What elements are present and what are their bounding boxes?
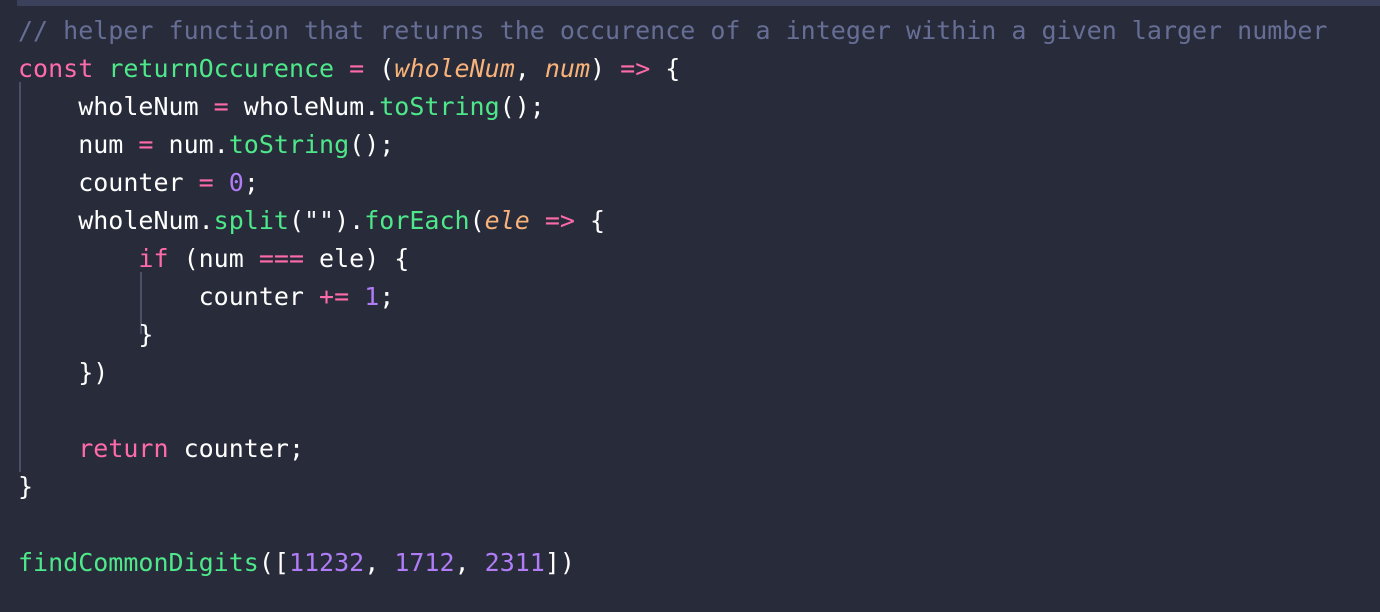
code-line[interactable]: findCommonDigits([11232, 1712, 2311])	[18, 544, 575, 582]
code-token: wholeNum	[394, 54, 515, 83]
code-token: num	[544, 54, 591, 83]
code-line[interactable]: // helper function that returns the occu…	[18, 12, 1327, 50]
code-token: ;	[243, 168, 259, 197]
code-token: ;	[379, 282, 395, 311]
code-token: ele) {	[304, 244, 410, 273]
code-token: returnOccurence	[108, 54, 335, 83]
code-editor[interactable]: // helper function that returns the occu…	[0, 0, 1380, 612]
code-token: counter	[18, 168, 199, 197]
code-token: ();	[499, 92, 545, 121]
code-token: ""	[304, 206, 335, 235]
code-token: 1712	[394, 548, 455, 577]
code-line[interactable]: counter = 0;	[18, 164, 259, 202]
code-token: forEach	[364, 206, 470, 235]
code-line[interactable]: counter += 1;	[18, 278, 395, 316]
code-token: =	[138, 130, 154, 159]
code-token: )	[590, 54, 621, 83]
code-token: num.	[153, 130, 229, 159]
code-line[interactable]	[18, 392, 33, 430]
code-token: }	[18, 320, 154, 349]
code-line[interactable]: if (num === ele) {	[18, 240, 409, 278]
code-token: {	[650, 54, 681, 83]
code-token: if	[138, 244, 169, 273]
code-token: =>	[544, 206, 575, 235]
code-line[interactable]: }	[18, 468, 33, 506]
code-line[interactable]: wholeNum.split("").forEach(ele => {	[18, 202, 605, 240]
code-token: }	[18, 472, 34, 501]
code-line[interactable]: })	[18, 354, 108, 392]
code-token: 2311	[484, 548, 545, 577]
code-token: =	[349, 54, 365, 83]
code-token: +=	[319, 282, 350, 311]
code-token: ===	[258, 244, 304, 273]
code-line[interactable]: }	[18, 316, 153, 354]
code-token: ])	[544, 548, 575, 577]
code-line[interactable]: num = num.toString();	[18, 126, 394, 164]
code-token: counter;	[168, 434, 304, 463]
code-token: (	[288, 206, 304, 235]
code-token: ,	[364, 548, 395, 577]
code-token: wholeNum.	[228, 92, 380, 121]
code-token: num	[18, 130, 139, 159]
code-token: toString	[379, 92, 500, 121]
code-token: {	[574, 206, 606, 235]
code-token: wholeNum.	[18, 206, 214, 235]
code-token: })	[18, 358, 109, 387]
code-line[interactable]: const returnOccurence = (wholeNum, num) …	[18, 50, 680, 88]
code-token: toString	[228, 130, 350, 159]
code-token: (num	[168, 244, 259, 273]
code-token: 0	[228, 168, 244, 197]
code-token: ,	[454, 548, 485, 577]
code-line[interactable]: wholeNum = wholeNum.toString();	[18, 88, 545, 126]
code-line[interactable]	[18, 506, 33, 544]
code-line[interactable]: return counter;	[18, 430, 304, 468]
code-token: =>	[620, 54, 651, 83]
code-token: ).	[334, 206, 365, 235]
code-token: return	[78, 434, 169, 463]
code-surface[interactable]: // helper function that returns the occu…	[0, 6, 1380, 612]
code-token: counter	[18, 282, 320, 311]
code-token: =	[198, 168, 214, 197]
code-token: (	[469, 206, 485, 235]
code-token: split	[213, 206, 289, 235]
code-token: findCommonDigits	[18, 548, 259, 577]
code-token: wholeNum	[18, 92, 214, 121]
code-token: 11232	[288, 548, 365, 577]
code-token: (	[364, 54, 395, 83]
code-token: ([	[258, 548, 289, 577]
code-token: 1	[364, 282, 380, 311]
code-token: ele	[484, 206, 530, 235]
code-token: const	[18, 54, 94, 83]
code-token: ();	[349, 130, 395, 159]
code-token: =	[213, 92, 229, 121]
code-token: // helper function that returns the occu…	[18, 16, 1328, 45]
code-token: ,	[514, 54, 545, 83]
